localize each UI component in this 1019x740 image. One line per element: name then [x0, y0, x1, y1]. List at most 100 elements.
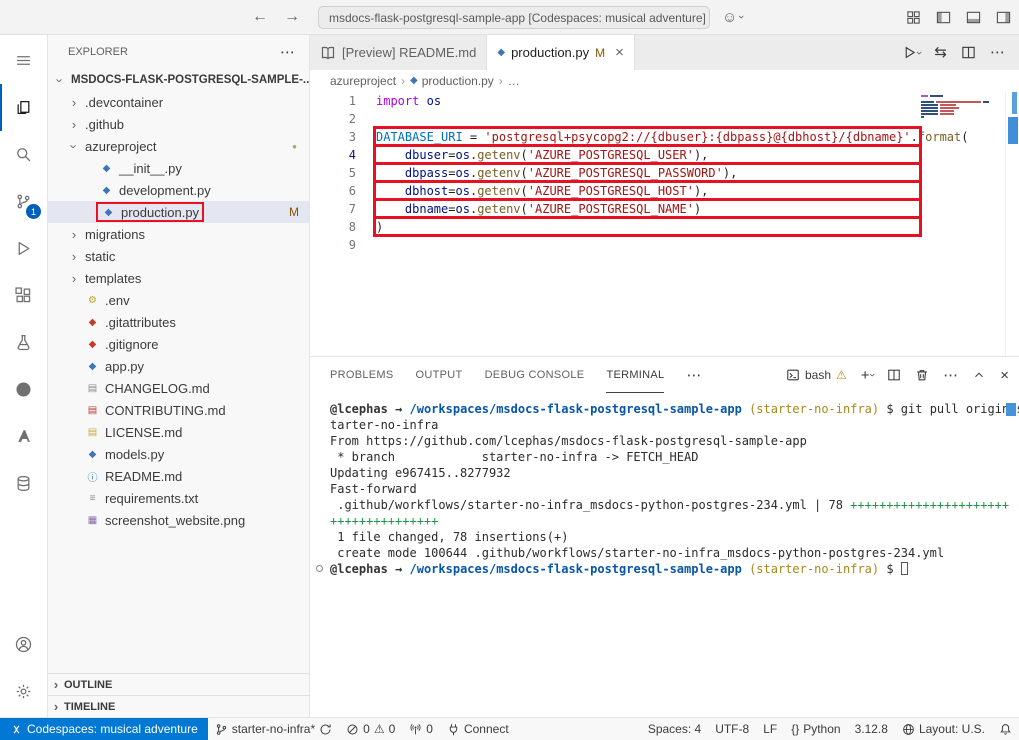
activity-extensions-button[interactable]: [0, 272, 47, 319]
tree-item-requirements-txt[interactable]: ≡requirements.txt: [48, 487, 309, 509]
activity-remote-explorer-button[interactable]: [0, 460, 47, 507]
tree-item-azureproject[interactable]: ›azureproject●: [48, 135, 309, 157]
activity-menu-button[interactable]: [0, 37, 47, 84]
breadcrumb-label: …: [508, 74, 520, 88]
toggle-sidebar-icon[interactable]: [936, 10, 951, 25]
feedback-button[interactable]: ☺ ›: [722, 0, 743, 34]
section-outline[interactable]: ›OUTLINE: [48, 673, 309, 695]
tree-item-gitignore[interactable]: ◆.gitignore: [48, 333, 309, 355]
keyboard-layout-globe-icon: [902, 723, 915, 736]
command-decoration-icon[interactable]: [316, 565, 323, 572]
terminal-more-actions-button[interactable]: ⋯: [943, 368, 958, 383]
tree-item-msdocs-flask-postgresql-sample[interactable]: ›MSDOCS-FLASK-POSTGRESQL-SAMPLE-...: [48, 69, 309, 91]
status-ports-label: 0: [426, 722, 433, 736]
status-ports[interactable]: 0: [402, 718, 440, 740]
tree-item-migrations[interactable]: ›migrations: [48, 223, 309, 245]
panel-tab-problems[interactable]: PROBLEMS: [330, 357, 394, 393]
status-encoding[interactable]: UTF-8: [708, 718, 756, 740]
toggle-panel-icon[interactable]: [966, 10, 981, 25]
panel-tab-terminal[interactable]: TERMINAL: [606, 357, 664, 393]
close-tab-icon[interactable]: ×: [615, 44, 624, 61]
tree-item-changelog-md[interactable]: ▤CHANGELOG.md: [48, 377, 309, 399]
tab-production-py[interactable]: ◆production.pyM×: [487, 35, 635, 70]
tree-item-env[interactable]: ⚙.env: [48, 289, 309, 311]
terminal-profile-item[interactable]: bash ⚠: [786, 368, 847, 382]
activity-run-debug-button[interactable]: [0, 225, 47, 272]
status-codespaces-remote[interactable]: Codespaces: musical adventure: [0, 718, 208, 740]
activity-azure-button[interactable]: [0, 413, 47, 460]
toggle-secondary-sidebar-icon[interactable]: [996, 10, 1011, 25]
branch-branch-icon: [215, 723, 228, 736]
split-editor-button[interactable]: [961, 45, 976, 60]
tree-item-init-py[interactable]: ◆__init__.py: [48, 157, 309, 179]
terminal-output[interactable]: @lcephas → /workspaces/msdocs-flask-post…: [310, 393, 1019, 717]
status-connect[interactable]: Connect: [440, 718, 516, 740]
split-terminal-button[interactable]: [887, 368, 901, 382]
panel-more-button[interactable]: ⋯: [686, 366, 701, 384]
tree-item-models-py[interactable]: ◆models.py: [48, 443, 309, 465]
status-keyboard-layout[interactable]: Layout: U.S.: [895, 718, 992, 740]
tree-item-readme-md[interactable]: ⓘREADME.md: [48, 465, 309, 487]
section-timeline[interactable]: ›TIMELINE: [48, 695, 309, 717]
status-language-mode[interactable]: {}Python: [784, 718, 847, 740]
apps-grid-icon[interactable]: [906, 10, 921, 25]
code-line-7[interactable]: 7 dbname=os.getenv('AZURE_POSTGRESQL_NAM…: [310, 200, 1019, 218]
code-line-6[interactable]: 6 dbhost=os.getenv('AZURE_POSTGRESQL_HOS…: [310, 182, 1019, 200]
activity-explorer-button[interactable]: [0, 84, 47, 131]
breadcrumb-item-[interactable]: …: [508, 74, 520, 88]
status-notifications[interactable]: [992, 718, 1019, 740]
tree-item-license-md[interactable]: ▤LICENSE.md: [48, 421, 309, 443]
tree-item-gitattributes[interactable]: ◆.gitattributes: [48, 311, 309, 333]
run-python-file-button[interactable]: ›: [902, 45, 921, 60]
status-python-version[interactable]: 3.12.8: [848, 718, 895, 740]
activity-accounts-button[interactable]: [0, 621, 47, 668]
tree-item-devcontainer[interactable]: ›.devcontainer: [48, 91, 309, 113]
tree-item-github[interactable]: ›.github: [48, 113, 309, 135]
explorer-more-button[interactable]: ⋯: [280, 43, 295, 61]
minimap[interactable]: [921, 95, 1003, 122]
close-panel-button[interactable]: ×: [1000, 368, 1009, 383]
code-editor[interactable]: 1import os23DATABASE_URI = 'postgresql+p…: [310, 92, 1019, 356]
kill-terminal-button[interactable]: [915, 368, 929, 382]
status-problems[interactable]: 0⚠0: [339, 718, 402, 740]
maximize-panel-button[interactable]: [972, 368, 986, 382]
open-changes-button[interactable]: ⇆: [934, 45, 947, 60]
breadcrumb-item-production-py[interactable]: ◆production.py: [410, 74, 494, 88]
breadcrumb-item-azureproject[interactable]: azureproject: [330, 74, 396, 88]
code-line-2[interactable]: 2: [310, 110, 1019, 128]
status-indentation[interactable]: Spaces: 4: [641, 718, 708, 740]
tree-item-screenshot-website-png[interactable]: ▦screenshot_website.png: [48, 509, 309, 531]
terminal-cursor: [901, 562, 908, 575]
code-line-1[interactable]: 1import os: [310, 92, 1019, 110]
activity-source-control-button[interactable]: 1: [0, 178, 47, 225]
close-panel-icon: ×: [1000, 368, 1009, 383]
line-number: 5: [310, 164, 356, 182]
maximize-panel-icon: [972, 368, 986, 382]
status-eol[interactable]: LF: [756, 718, 784, 740]
tree-item-static[interactable]: ›static: [48, 245, 309, 267]
code-line-5[interactable]: 5 dbpass=os.getenv('AZURE_POSTGRESQL_PAS…: [310, 164, 1019, 182]
tree-item-inner: ≡requirements.txt: [82, 488, 201, 508]
code-line-9[interactable]: 9: [310, 236, 1019, 254]
new-terminal-button[interactable]: +›: [861, 368, 873, 383]
status-branch[interactable]: starter-no-infra*: [208, 718, 339, 740]
activity-testing-button[interactable]: [0, 319, 47, 366]
tab-preview-readme-md[interactable]: [Preview] README.md: [310, 35, 487, 70]
tree-item-templates[interactable]: ›templates: [48, 267, 309, 289]
command-center-search[interactable]: msdocs-flask-postgresql-sample-app [Code…: [318, 6, 710, 29]
back-button[interactable]: ←: [252, 8, 268, 26]
code-line-3[interactable]: 3DATABASE_URI = 'postgresql+psycopg2://{…: [310, 128, 1019, 146]
code-line-4[interactable]: 4 dbuser=os.getenv('AZURE_POSTGRESQL_USE…: [310, 146, 1019, 164]
panel-tab-debug-console[interactable]: DEBUG CONSOLE: [485, 357, 585, 393]
tree-item-contributing-md[interactable]: ▤CONTRIBUTING.md: [48, 399, 309, 421]
editor-more-actions-button[interactable]: ⋯: [990, 45, 1005, 60]
activity-search-button[interactable]: [0, 131, 47, 178]
forward-button[interactable]: →: [284, 8, 300, 26]
tree-item-production-py[interactable]: ◆production.pyM: [48, 201, 309, 223]
code-line-8[interactable]: 8): [310, 218, 1019, 236]
panel-tab-output[interactable]: OUTPUT: [416, 357, 463, 393]
activity-github-button[interactable]: [0, 366, 47, 413]
tree-item-development-py[interactable]: ◆development.py: [48, 179, 309, 201]
tree-item-app-py[interactable]: ◆app.py: [48, 355, 309, 377]
activity-settings-button[interactable]: [0, 668, 47, 715]
